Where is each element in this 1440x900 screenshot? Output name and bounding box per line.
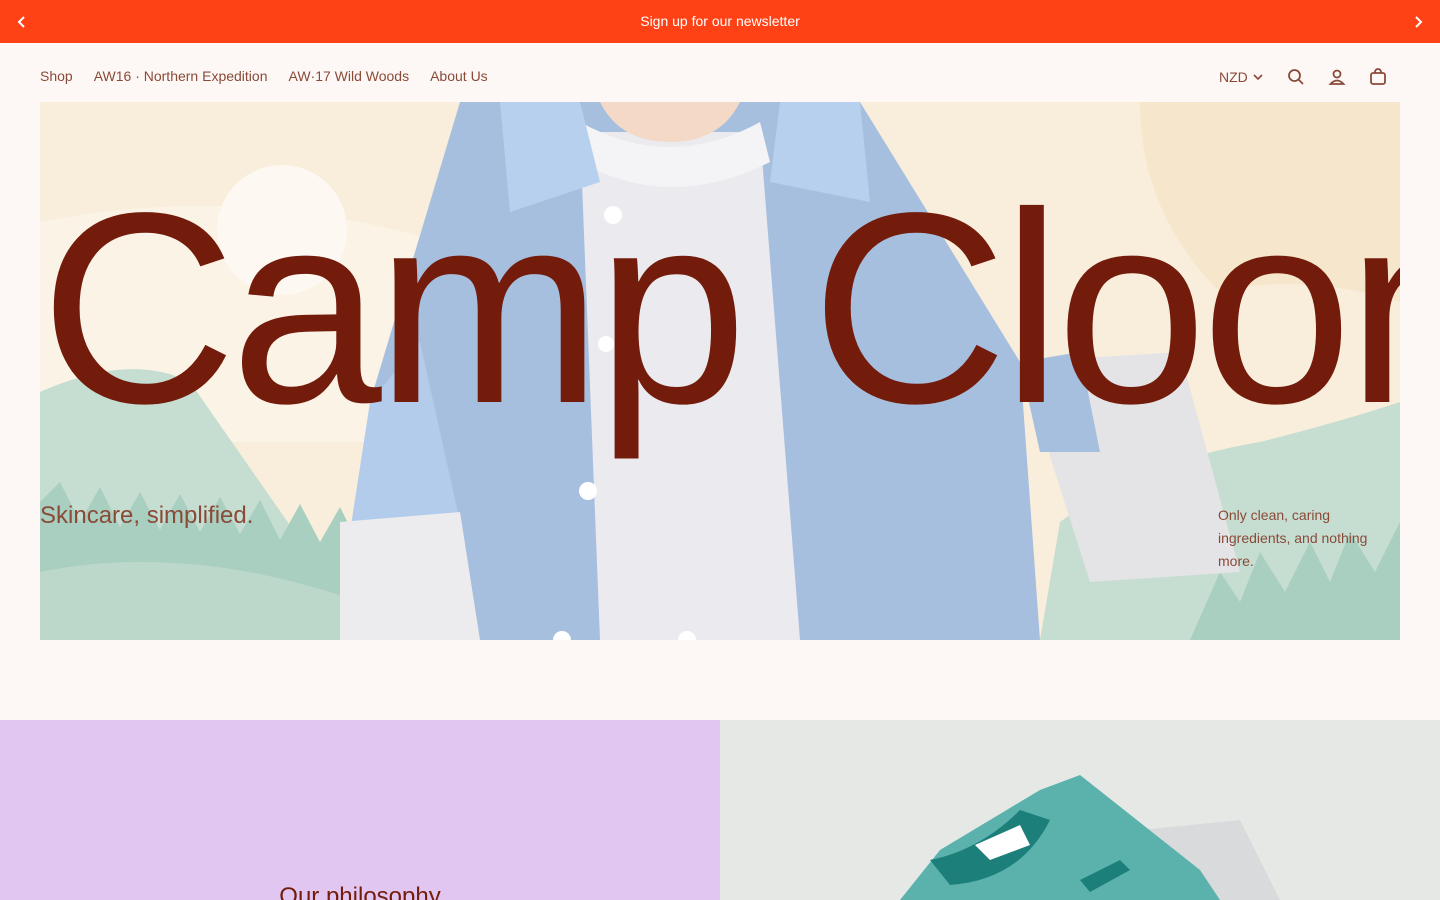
cart-icon[interactable]: [1368, 67, 1388, 87]
nav-item-about[interactable]: About Us: [430, 68, 488, 84]
header-actions: NZD: [1219, 67, 1388, 87]
chevron-right-icon[interactable]: [1408, 12, 1428, 32]
hero-subtitle: Skincare, simplified.: [40, 502, 254, 529]
announcement-bar: Sign up for our newsletter: [0, 0, 1440, 43]
newsletter-link[interactable]: Sign up for our newsletter: [0, 13, 1440, 29]
search-icon[interactable]: [1286, 67, 1306, 87]
nav-item-aw17[interactable]: AW·17 Wild Woods: [289, 68, 410, 84]
currency-label: NZD: [1219, 69, 1248, 85]
hero-title: Camp Cloon: [40, 156, 1400, 460]
philosophy-heading: Our philosophy: [279, 883, 441, 900]
nav-item-shop[interactable]: Shop: [40, 68, 73, 84]
hero-banner: Camp Cloon Skincare, simplified. Only cl…: [40, 102, 1400, 640]
main-nav: Shop AW16 · Northern Expedition AW·17 Wi…: [40, 68, 488, 84]
site-header: Shop AW16 · Northern Expedition AW·17 Wi…: [0, 43, 1440, 102]
nav-item-aw16[interactable]: AW16 · Northern Expedition: [94, 68, 268, 84]
product-illustration: [900, 775, 1280, 900]
currency-selector[interactable]: NZD: [1219, 69, 1265, 85]
philosophy-section: Our philosophy: [0, 720, 720, 900]
chevron-down-icon: [1253, 74, 1263, 81]
account-icon[interactable]: [1327, 67, 1347, 87]
product-image-panel: [720, 720, 1440, 900]
hero-note: Only clean, caring ingredients, and noth…: [1218, 507, 1368, 569]
